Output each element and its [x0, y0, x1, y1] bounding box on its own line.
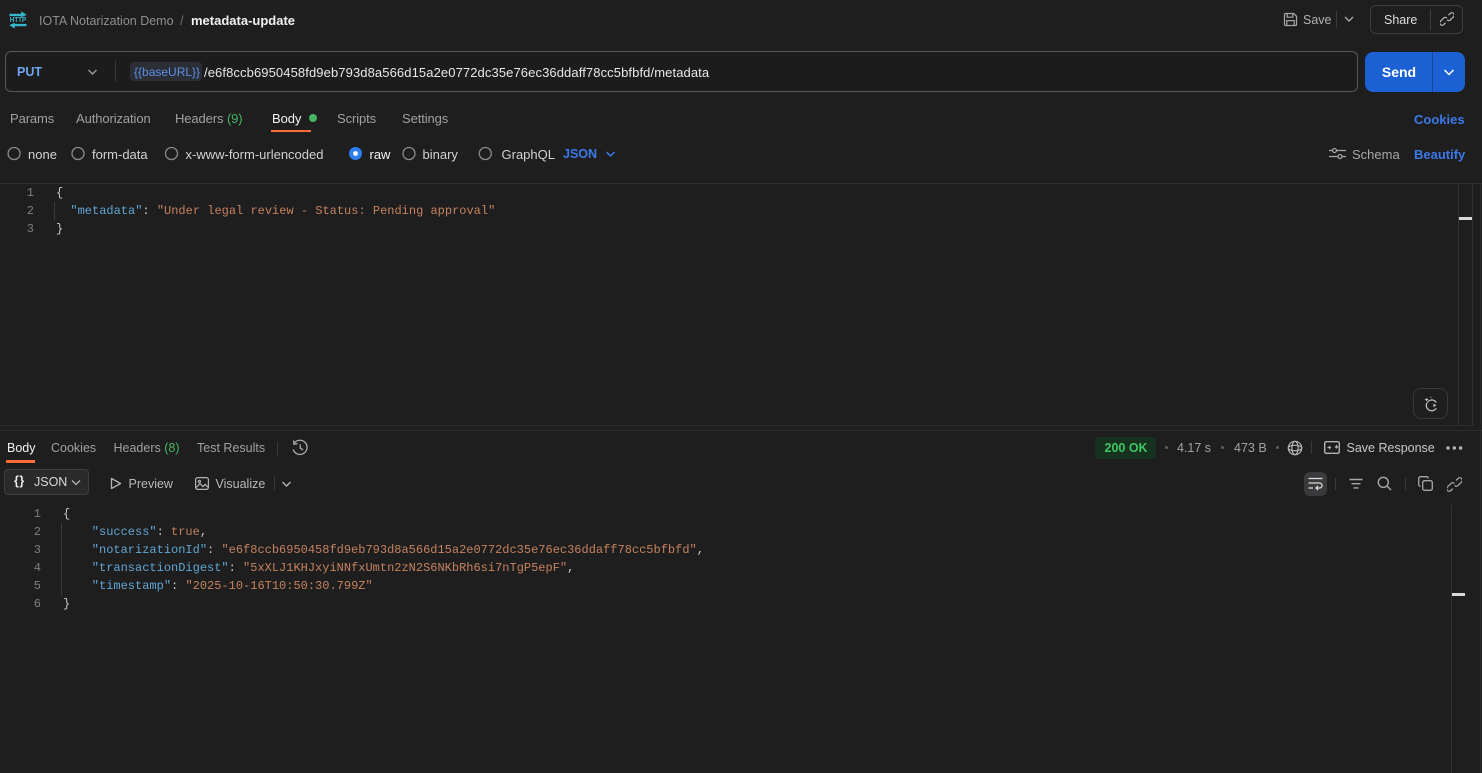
svg-text:HTTP: HTTP: [10, 17, 27, 24]
